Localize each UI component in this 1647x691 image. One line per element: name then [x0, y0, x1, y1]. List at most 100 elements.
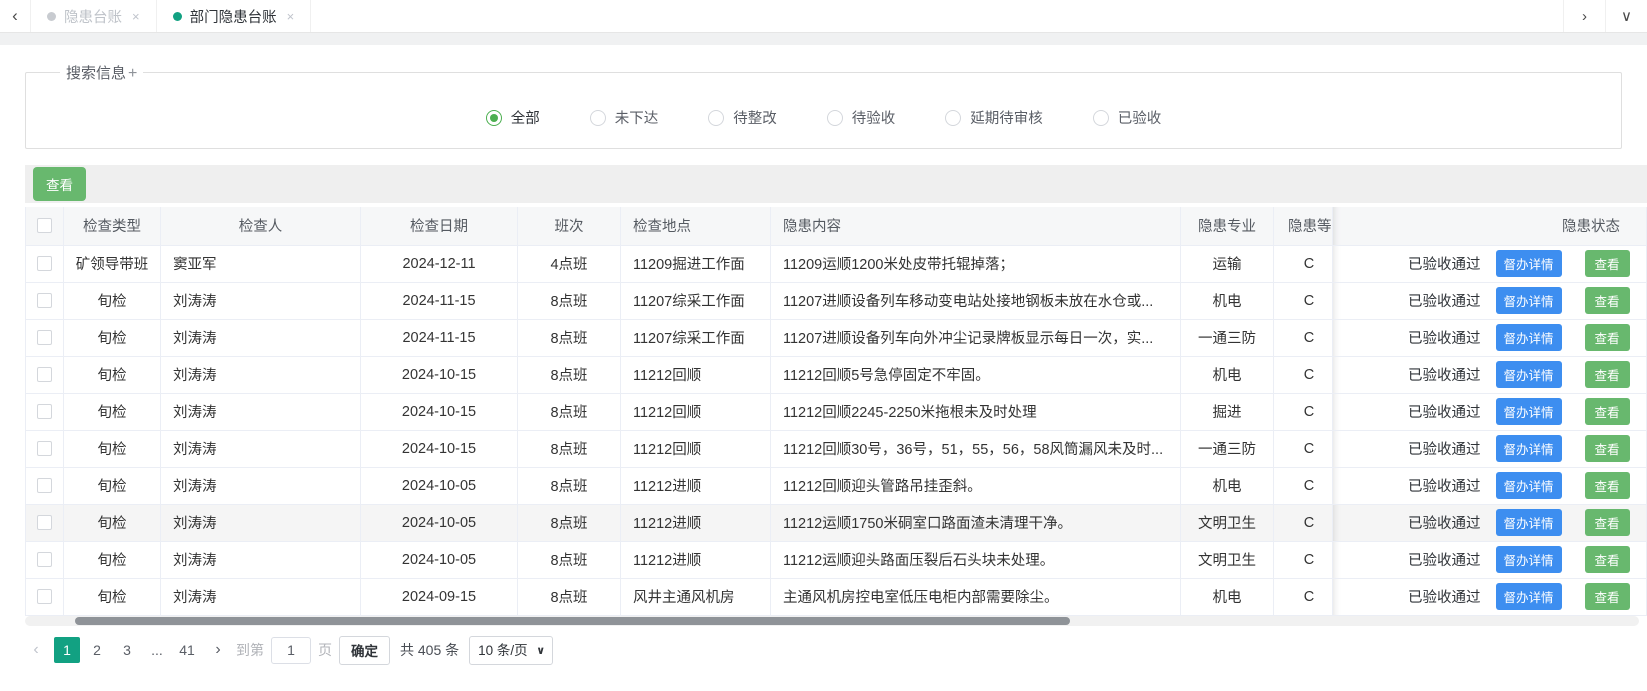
prev-page-icon[interactable]: ‹	[25, 641, 47, 659]
cell-hazard-content: 11212运顺1750米硐室口路面渣未清理干净。	[771, 504, 1181, 541]
cell-inspector: 刘涛涛	[161, 430, 361, 467]
page-unit-label: 页	[318, 640, 332, 660]
header-hazard-status: 隐患状态	[1333, 207, 1647, 245]
view-row-button[interactable]: 查看	[1585, 509, 1630, 536]
row-checkbox[interactable]	[37, 589, 52, 604]
row-checkbox[interactable]	[37, 552, 52, 567]
status-text: 已验收通过	[1408, 364, 1481, 385]
supervise-detail-button[interactable]: 督办详情	[1496, 287, 1562, 314]
view-button[interactable]: 查看	[33, 167, 86, 201]
cell-shift: 8点班	[518, 467, 621, 504]
cell-hazard-content: 11212回顺迎头管路吊挂歪斜。	[771, 467, 1181, 504]
row-checkbox[interactable]	[37, 441, 52, 456]
status-filter-radio[interactable]: 全部	[486, 107, 540, 128]
supervise-detail-button[interactable]: 督办详情	[1496, 509, 1562, 536]
cell-hazard-content: 11207进顺设备列车向外冲尘记录牌板显示每日一次，实...	[771, 319, 1181, 356]
tab-close-icon[interactable]: ×	[287, 9, 295, 24]
table-row: 旬检 刘涛涛 2024-10-15 8点班 11212回顺 11212回顺5号急…	[26, 356, 1647, 393]
cell-inspector: 刘涛涛	[161, 578, 361, 615]
status-text: 已验收通过	[1408, 438, 1481, 459]
row-checkbox[interactable]	[37, 293, 52, 308]
confirm-button[interactable]: 确定	[339, 636, 390, 665]
view-row-button[interactable]: 查看	[1585, 583, 1630, 610]
cell-hazard-content: 11212回顺30号，36号，51，55，56，58风筒漏风未及时...	[771, 430, 1181, 467]
cell-check-date: 2024-10-15	[361, 393, 518, 430]
status-filter-radio[interactable]: 延期待审核	[945, 107, 1043, 128]
header-check-date: 检查日期	[361, 207, 518, 245]
next-page-icon[interactable]: ›	[207, 641, 229, 659]
row-checkbox[interactable]	[37, 404, 52, 419]
row-checkbox[interactable]	[37, 367, 52, 382]
radio-circle-icon	[827, 110, 843, 126]
cell-hazard-grade: C	[1274, 578, 1333, 615]
cell-shift: 8点班	[518, 578, 621, 615]
view-row-button[interactable]: 查看	[1585, 546, 1630, 573]
cell-check-type: 旬检	[64, 319, 161, 356]
page-number[interactable]: 1	[54, 637, 80, 663]
tab-close-icon[interactable]: ×	[132, 9, 140, 24]
cell-hazard-content: 11207进顺设备列车移动变电站处接地钢板未放在水仓或...	[771, 282, 1181, 319]
page-number[interactable]: 2	[84, 637, 110, 663]
view-row-button[interactable]: 查看	[1585, 287, 1630, 314]
page-size-select[interactable]: 10 条/页	[478, 643, 528, 658]
supervise-detail-button[interactable]: 督办详情	[1496, 435, 1562, 462]
cell-shift: 8点班	[518, 504, 621, 541]
view-row-button[interactable]: 查看	[1585, 250, 1630, 277]
back-arrow-icon[interactable]: ‹	[0, 0, 30, 32]
view-row-button[interactable]: 查看	[1585, 472, 1630, 499]
page-divider	[0, 33, 1647, 45]
cell-check-type: 旬检	[64, 541, 161, 578]
select-all-checkbox[interactable]	[37, 218, 52, 233]
row-checkbox[interactable]	[37, 256, 52, 271]
expand-plus-icon[interactable]: +	[128, 65, 137, 82]
status-filter-radio[interactable]: 待验收	[827, 107, 896, 128]
cell-shift: 8点班	[518, 430, 621, 467]
tab-list: 隐患台账 × 部门隐患台账 ×	[30, 0, 311, 32]
horizontal-scrollbar	[25, 616, 1639, 626]
row-checkbox[interactable]	[37, 478, 52, 493]
tab-item[interactable]: 部门隐患台账 ×	[157, 0, 312, 32]
page-number[interactable]: 3	[114, 637, 140, 663]
status-filter-radio[interactable]: 已验收	[1093, 107, 1162, 128]
table-row: 旬检 刘涛涛 2024-10-05 8点班 11212进顺 11212回顺迎头管…	[26, 467, 1647, 504]
page-list: 123...41	[54, 637, 200, 663]
header-shift: 班次	[518, 207, 621, 245]
cell-hazard-major: 机电	[1181, 282, 1274, 319]
supervise-detail-button[interactable]: 督办详情	[1496, 398, 1562, 425]
supervise-detail-button[interactable]: 督办详情	[1496, 472, 1562, 499]
page-size-box: 10 条/页 ∨	[469, 636, 553, 665]
cell-hazard-content: 11212回顺2245-2250米拖根未及时处理	[771, 393, 1181, 430]
supervise-detail-button[interactable]: 督办详情	[1496, 546, 1562, 573]
goto-page-input[interactable]	[271, 637, 311, 664]
radio-circle-icon	[708, 110, 724, 126]
tab-dropdown-icon[interactable]: ∨	[1605, 0, 1647, 32]
status-filter-radio[interactable]: 未下达	[590, 107, 659, 128]
page-number[interactable]: ...	[144, 637, 170, 663]
row-checkbox[interactable]	[37, 515, 52, 530]
view-row-button[interactable]: 查看	[1585, 398, 1630, 425]
page-number[interactable]: 41	[174, 637, 200, 663]
supervise-detail-button[interactable]: 督办详情	[1496, 583, 1562, 610]
cell-hazard-major: 掘进	[1181, 393, 1274, 430]
cell-check-date: 2024-11-15	[361, 319, 518, 356]
status-filter-radio[interactable]: 待整改	[708, 107, 777, 128]
cell-hazard-major: 机电	[1181, 467, 1274, 504]
view-row-button[interactable]: 查看	[1585, 435, 1630, 462]
view-row-button[interactable]: 查看	[1585, 324, 1630, 351]
supervise-detail-button[interactable]: 督办详情	[1496, 324, 1562, 351]
view-row-button[interactable]: 查看	[1585, 361, 1630, 388]
cell-hazard-content: 11212回顺5号急停固定不牢固。	[771, 356, 1181, 393]
forward-arrow-icon[interactable]: ›	[1563, 0, 1605, 32]
cell-check-place: 11212回顺	[621, 356, 771, 393]
supervise-detail-button[interactable]: 督办详情	[1496, 250, 1562, 277]
cell-hazard-major: 机电	[1181, 356, 1274, 393]
tab-item[interactable]: 隐患台账 ×	[30, 0, 157, 32]
row-checkbox[interactable]	[37, 330, 52, 345]
table-row: 旬检 刘涛涛 2024-10-05 8点班 11212进顺 11212运顺迎头路…	[26, 541, 1647, 578]
cell-hazard-grade: C	[1274, 282, 1333, 319]
supervise-detail-button[interactable]: 督办详情	[1496, 361, 1562, 388]
select-caret-icon: ∨	[536, 644, 545, 657]
table-row: 旬检 刘涛涛 2024-10-05 8点班 11212进顺 11212运顺175…	[26, 504, 1647, 541]
table-row: 旬检 刘涛涛 2024-11-15 8点班 11207综采工作面 11207进顺…	[26, 319, 1647, 356]
scrollbar-thumb[interactable]	[75, 617, 1070, 625]
